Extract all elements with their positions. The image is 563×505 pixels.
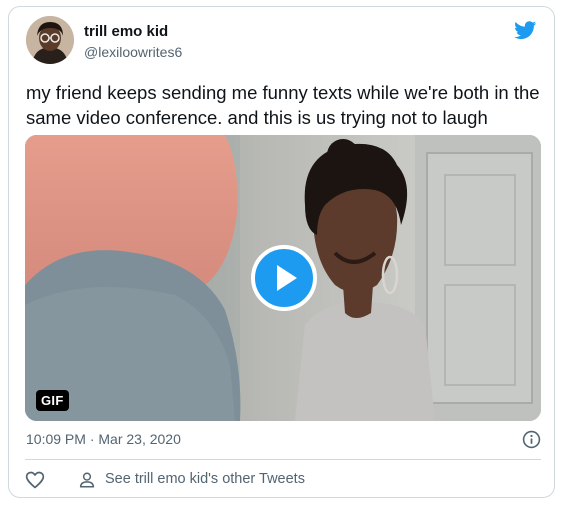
gif-media[interactable]: GIF	[25, 135, 541, 421]
play-icon	[277, 265, 297, 291]
heart-icon[interactable]	[25, 470, 45, 490]
author-handle[interactable]: @lexiloowrites6	[84, 44, 182, 60]
gif-badge: GIF	[36, 390, 69, 411]
twitter-bird-icon[interactable]	[513, 19, 538, 41]
info-icon[interactable]	[522, 430, 541, 449]
other-tweets-link[interactable]: See trill emo kid's other Tweets	[105, 471, 305, 487]
divider	[25, 459, 541, 460]
author-name[interactable]: trill emo kid	[84, 23, 168, 40]
avatar[interactable]	[26, 16, 74, 64]
tweet-timestamp[interactable]: 10:09 PM · Mar 23, 2020	[26, 431, 181, 447]
play-button[interactable]	[251, 245, 317, 311]
tweet-card[interactable]: trill emo kid @lexiloowrites6 my friend …	[8, 6, 555, 498]
tweet-text: my friend keeps sending me funny texts w…	[26, 82, 540, 128]
person-icon	[79, 472, 95, 488]
